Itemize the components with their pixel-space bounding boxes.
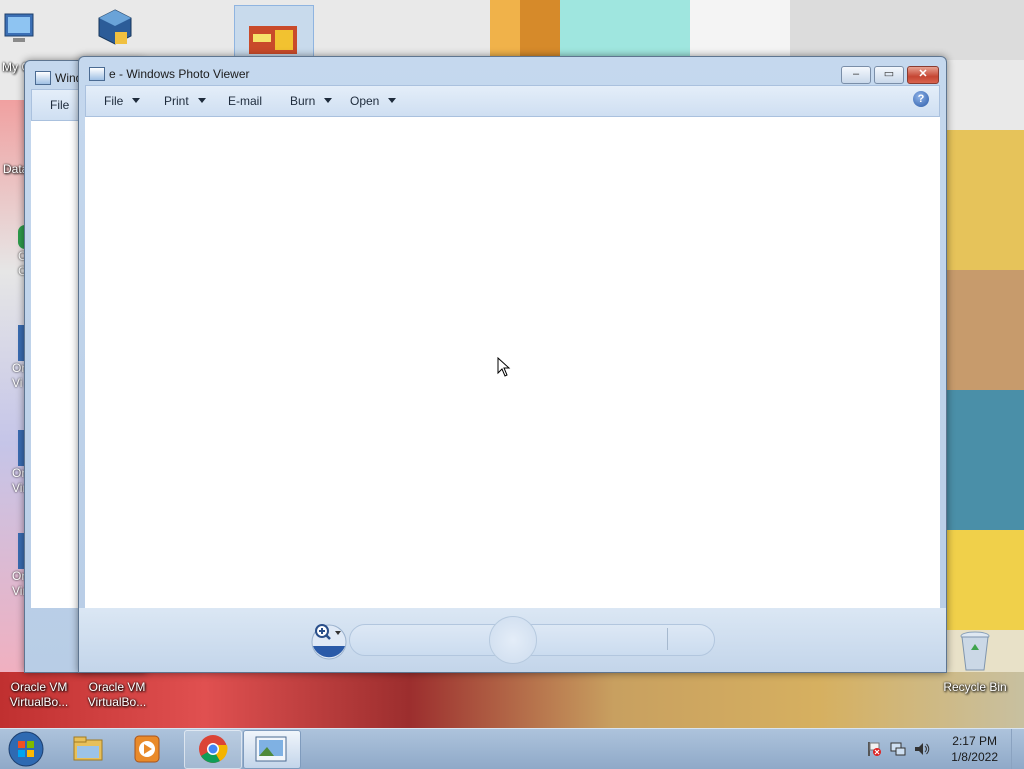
taskbar-photo-viewer[interactable] xyxy=(243,730,301,769)
chrome-icon xyxy=(199,735,228,763)
menu-file[interactable]: File xyxy=(104,94,141,108)
chevron-down-icon xyxy=(197,98,206,103)
desktop-icon-my-computer[interactable]: My C xyxy=(0,10,58,74)
desktop-icon-virtualbox[interactable] xyxy=(76,8,154,54)
window-title: e - Windows Photo Viewer xyxy=(109,67,250,81)
photo-viewer-app-icon xyxy=(35,71,51,85)
menu-open[interactable]: Open xyxy=(350,94,397,108)
file-explorer-icon xyxy=(73,736,103,761)
desktop-icon-recycle-bin[interactable]: Recycle Bin xyxy=(936,630,1014,695)
photo-thumbnail-icon xyxy=(249,26,297,54)
menu-email-label: E-mail xyxy=(228,94,263,108)
recycle-bin-icon xyxy=(960,631,990,671)
desktop-icon-label: C C xyxy=(18,249,27,278)
taskbar-media-player[interactable] xyxy=(120,730,176,767)
show-desktop-button[interactable] xyxy=(1011,729,1024,769)
desktop-icon-left-edge-2[interactable]: Or Vi xyxy=(4,325,28,395)
action-center-flag-icon[interactable] xyxy=(866,741,882,757)
desktop-icon-label: Recycle Bin xyxy=(943,680,1007,694)
computer-icon xyxy=(4,13,34,42)
chevron-down-icon xyxy=(132,98,141,103)
maximize-button[interactable]: ▭ xyxy=(874,66,904,84)
media-player-icon xyxy=(134,735,160,763)
menu-burn[interactable]: Burn xyxy=(290,94,333,108)
close-button[interactable]: ✕ xyxy=(907,66,939,84)
play-slideshow-button[interactable] xyxy=(489,616,537,664)
photo-viewer-controlbar xyxy=(79,608,946,672)
photo-viewer-titlebar[interactable]: e - Windows Photo Viewer – ▭ ✕ xyxy=(79,57,946,85)
photo-viewer-icon xyxy=(255,736,287,762)
menu-print-label: Print xyxy=(164,94,189,108)
taskbar-chrome[interactable] xyxy=(184,730,242,769)
minimize-icon: – xyxy=(852,68,860,80)
menu-burn-label: Burn xyxy=(290,94,316,108)
menu-file[interactable]: File xyxy=(50,98,69,112)
minimize-button[interactable]: – xyxy=(841,66,871,84)
menu-email[interactable]: E-mail xyxy=(228,94,262,108)
desktop-icon-left-edge-3[interactable]: Or Vir xyxy=(4,430,28,500)
menu-file-label: File xyxy=(104,94,124,108)
start-orb-icon[interactable] xyxy=(6,729,46,769)
chevron-down-icon xyxy=(324,98,333,103)
photo-canvas xyxy=(85,117,940,608)
system-clock[interactable]: 2:17 PM 1/8/2022 xyxy=(951,733,998,765)
volume-icon[interactable] xyxy=(914,741,930,757)
toolbar-separator xyxy=(667,628,668,650)
desktop-icon-left-edge-1[interactable]: C C xyxy=(4,225,32,295)
network-icon[interactable] xyxy=(890,741,906,757)
taskbar: 2:17 PM 1/8/2022 xyxy=(0,728,1024,769)
desktop-icon-label: Or Vir xyxy=(12,466,27,495)
maximize-icon: ▭ xyxy=(883,68,895,80)
clock-time: 2:17 PM xyxy=(952,734,997,748)
photo-viewer-app-icon xyxy=(89,67,105,81)
help-icon[interactable]: ? xyxy=(913,91,929,107)
desktop-icon-label: Or Vir xyxy=(12,569,27,598)
menu-open-label: Open xyxy=(350,94,380,108)
mouse-cursor-icon xyxy=(497,357,511,377)
desktop-icon-label: Oracle VM VirtualBo... xyxy=(87,680,147,709)
close-icon: ✕ xyxy=(918,68,928,80)
photo-viewer-menubar: File Print E-mail Burn Open ? xyxy=(85,85,940,117)
clock-date: 1/8/2022 xyxy=(951,750,998,764)
photo-viewer-window[interactable]: e - Windows Photo Viewer – ▭ ✕ File Prin… xyxy=(78,56,947,673)
chevron-down-icon xyxy=(388,98,397,103)
desktop-icon-left-edge-4[interactable]: Or Vir xyxy=(4,533,28,603)
zoom-button[interactable] xyxy=(309,620,349,660)
menu-print[interactable]: Print xyxy=(164,94,206,108)
desktop-icon-label: Oracle VM VirtualBo... xyxy=(9,680,69,709)
taskbar-file-explorer[interactable] xyxy=(60,730,116,767)
virtualbox-icon xyxy=(98,9,132,45)
desktop-icon-label: Or Vi xyxy=(12,361,26,390)
